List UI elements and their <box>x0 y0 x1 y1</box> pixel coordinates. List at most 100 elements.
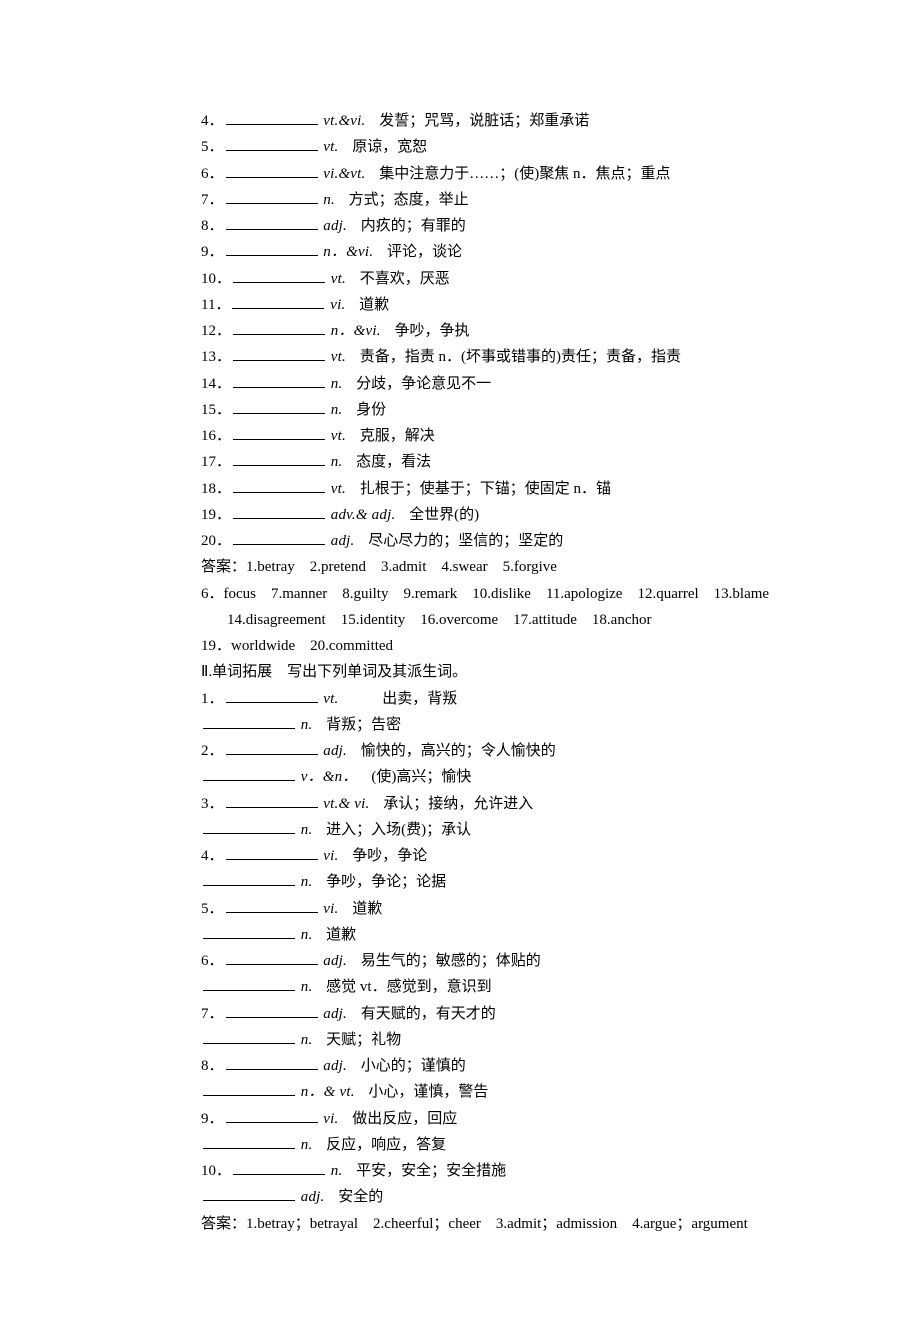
blank[interactable] <box>233 267 325 283</box>
pos: vt. <box>331 428 346 444</box>
blank[interactable] <box>233 319 325 335</box>
s2-item-line: 3． vt.& vi. 承认；接纳，允许进入 <box>175 791 790 817</box>
def: 克服，解决 <box>360 428 435 444</box>
blank[interactable] <box>226 897 318 913</box>
def: 不喜欢，厌恶 <box>360 271 450 287</box>
blank[interactable] <box>233 477 325 493</box>
blank[interactable] <box>233 529 325 545</box>
def: 小心的；谨慎的 <box>361 1058 466 1074</box>
pos: v．&n． <box>301 769 358 785</box>
def: 扎根于；使基于；下锚；使固定 n．锚 <box>360 481 611 497</box>
s2-item-line: 9． vi. 做出反应，回应 <box>175 1106 790 1132</box>
blank[interactable] <box>233 372 325 388</box>
blank[interactable] <box>203 1080 295 1096</box>
blank[interactable] <box>203 1028 295 1044</box>
pos: adj. <box>323 1006 347 1022</box>
s1-item: 4． vt.&vi. 发誓；咒骂，说脏话；郑重承诺 <box>175 108 790 134</box>
blank[interactable] <box>226 240 318 256</box>
pos: n. <box>301 1137 313 1153</box>
def: 承认；接纳，允许进入 <box>383 796 533 812</box>
s2-item-line: n. 背叛；告密 <box>175 712 790 738</box>
pos: vt. <box>323 139 338 155</box>
blank[interactable] <box>233 424 325 440</box>
blank[interactable] <box>226 739 318 755</box>
pos: n. <box>301 927 313 943</box>
item-num: 17 <box>201 454 216 470</box>
pos: adj. <box>323 1058 347 1074</box>
blank[interactable] <box>226 1002 318 1018</box>
def: 背叛；告密 <box>326 717 401 733</box>
blank[interactable] <box>232 293 324 309</box>
def: 愉快的，高兴的；令人愉快的 <box>361 743 556 759</box>
pos: vi.&vt. <box>323 166 365 182</box>
section1-list: 4． vt.&vi. 发誓；咒骂，说脏话；郑重承诺 5． vt. 原谅，宽恕 6… <box>175 108 790 554</box>
item-num: 10 <box>201 271 216 287</box>
pos: n. <box>301 717 313 733</box>
blank[interactable] <box>203 713 295 729</box>
item-num: 3 <box>201 796 209 812</box>
blank[interactable] <box>226 1054 318 1070</box>
item-num: 7 <box>201 192 209 208</box>
blank[interactable] <box>226 109 318 125</box>
blank[interactable] <box>226 792 318 808</box>
pos: vt.& vi. <box>323 796 369 812</box>
blank[interactable] <box>233 503 325 519</box>
blank[interactable] <box>226 1107 318 1123</box>
blank[interactable] <box>203 1185 295 1201</box>
item-num: 8 <box>201 218 209 234</box>
s2-item-line: n．& vt. 小心，谨慎，警告 <box>175 1079 790 1105</box>
s1-item: 10． vt. 不喜欢，厌恶 <box>175 266 790 292</box>
s1-item: 7． n. 方式；态度，举止 <box>175 187 790 213</box>
blank[interactable] <box>226 844 318 860</box>
blank[interactable] <box>226 162 318 178</box>
s2-item-line: v．&n． (使)高兴；愉快 <box>175 764 790 790</box>
item-num: 18 <box>201 481 216 497</box>
item-num: 10 <box>201 1163 216 1179</box>
pos: adj. <box>323 953 347 969</box>
s2-item-line: n. 反应，响应，答复 <box>175 1132 790 1158</box>
pos: n. <box>331 402 343 418</box>
pos: vi. <box>323 901 338 917</box>
pos: adj. <box>323 218 347 234</box>
blank[interactable] <box>226 949 318 965</box>
pos: n. <box>323 192 335 208</box>
def: 出卖，背叛 <box>382 691 457 707</box>
blank[interactable] <box>226 135 318 151</box>
s2-item-line: 2． adj. 愉快的，高兴的；令人愉快的 <box>175 738 790 764</box>
page: 4． vt.&vi. 发誓；咒骂，说脏话；郑重承诺 5． vt. 原谅，宽恕 6… <box>0 0 920 1317</box>
item-num: 9 <box>201 1111 209 1127</box>
s2-item-line: 7． adj. 有天赋的，有天才的 <box>175 1001 790 1027</box>
def: 原谅，宽恕 <box>352 139 427 155</box>
blank[interactable] <box>233 398 325 414</box>
blank[interactable] <box>226 188 318 204</box>
blank[interactable] <box>203 923 295 939</box>
blank[interactable] <box>233 1159 325 1175</box>
def: 平安，安全；安全措施 <box>356 1163 506 1179</box>
blank[interactable] <box>203 818 295 834</box>
blank[interactable] <box>226 214 318 230</box>
item-num: 5 <box>201 139 209 155</box>
s2-item-line: 1． vt. 出卖，背叛 <box>175 686 790 712</box>
pos: n. <box>301 822 313 838</box>
pos: vt. <box>331 481 346 497</box>
blank[interactable] <box>226 687 318 703</box>
blank[interactable] <box>233 450 325 466</box>
item-num: 6 <box>201 953 209 969</box>
pos: adj. <box>331 533 355 549</box>
def: 态度，看法 <box>356 454 431 470</box>
s1-item: 15． n. 身份 <box>175 397 790 423</box>
s1-item: 19． adv.& adj. 全世界(的) <box>175 502 790 528</box>
item-num: 1 <box>201 691 209 707</box>
s2-item-line: n. 进入；入场(费)；承认 <box>175 817 790 843</box>
blank[interactable] <box>233 345 325 361</box>
s2-item-line: 4． vi. 争吵，争论 <box>175 843 790 869</box>
blank[interactable] <box>203 870 295 886</box>
blank[interactable] <box>203 1133 295 1149</box>
blank[interactable] <box>203 765 295 781</box>
blank[interactable] <box>203 975 295 991</box>
item-num: 15 <box>201 402 216 418</box>
def: 争吵，争论；论据 <box>326 874 446 890</box>
def: 争吵，争论 <box>352 848 427 864</box>
s1-answer-1: 答案：1.betray 2.pretend 3.admit 4.swear 5.… <box>175 554 790 580</box>
pos: adj. <box>301 1189 325 1205</box>
